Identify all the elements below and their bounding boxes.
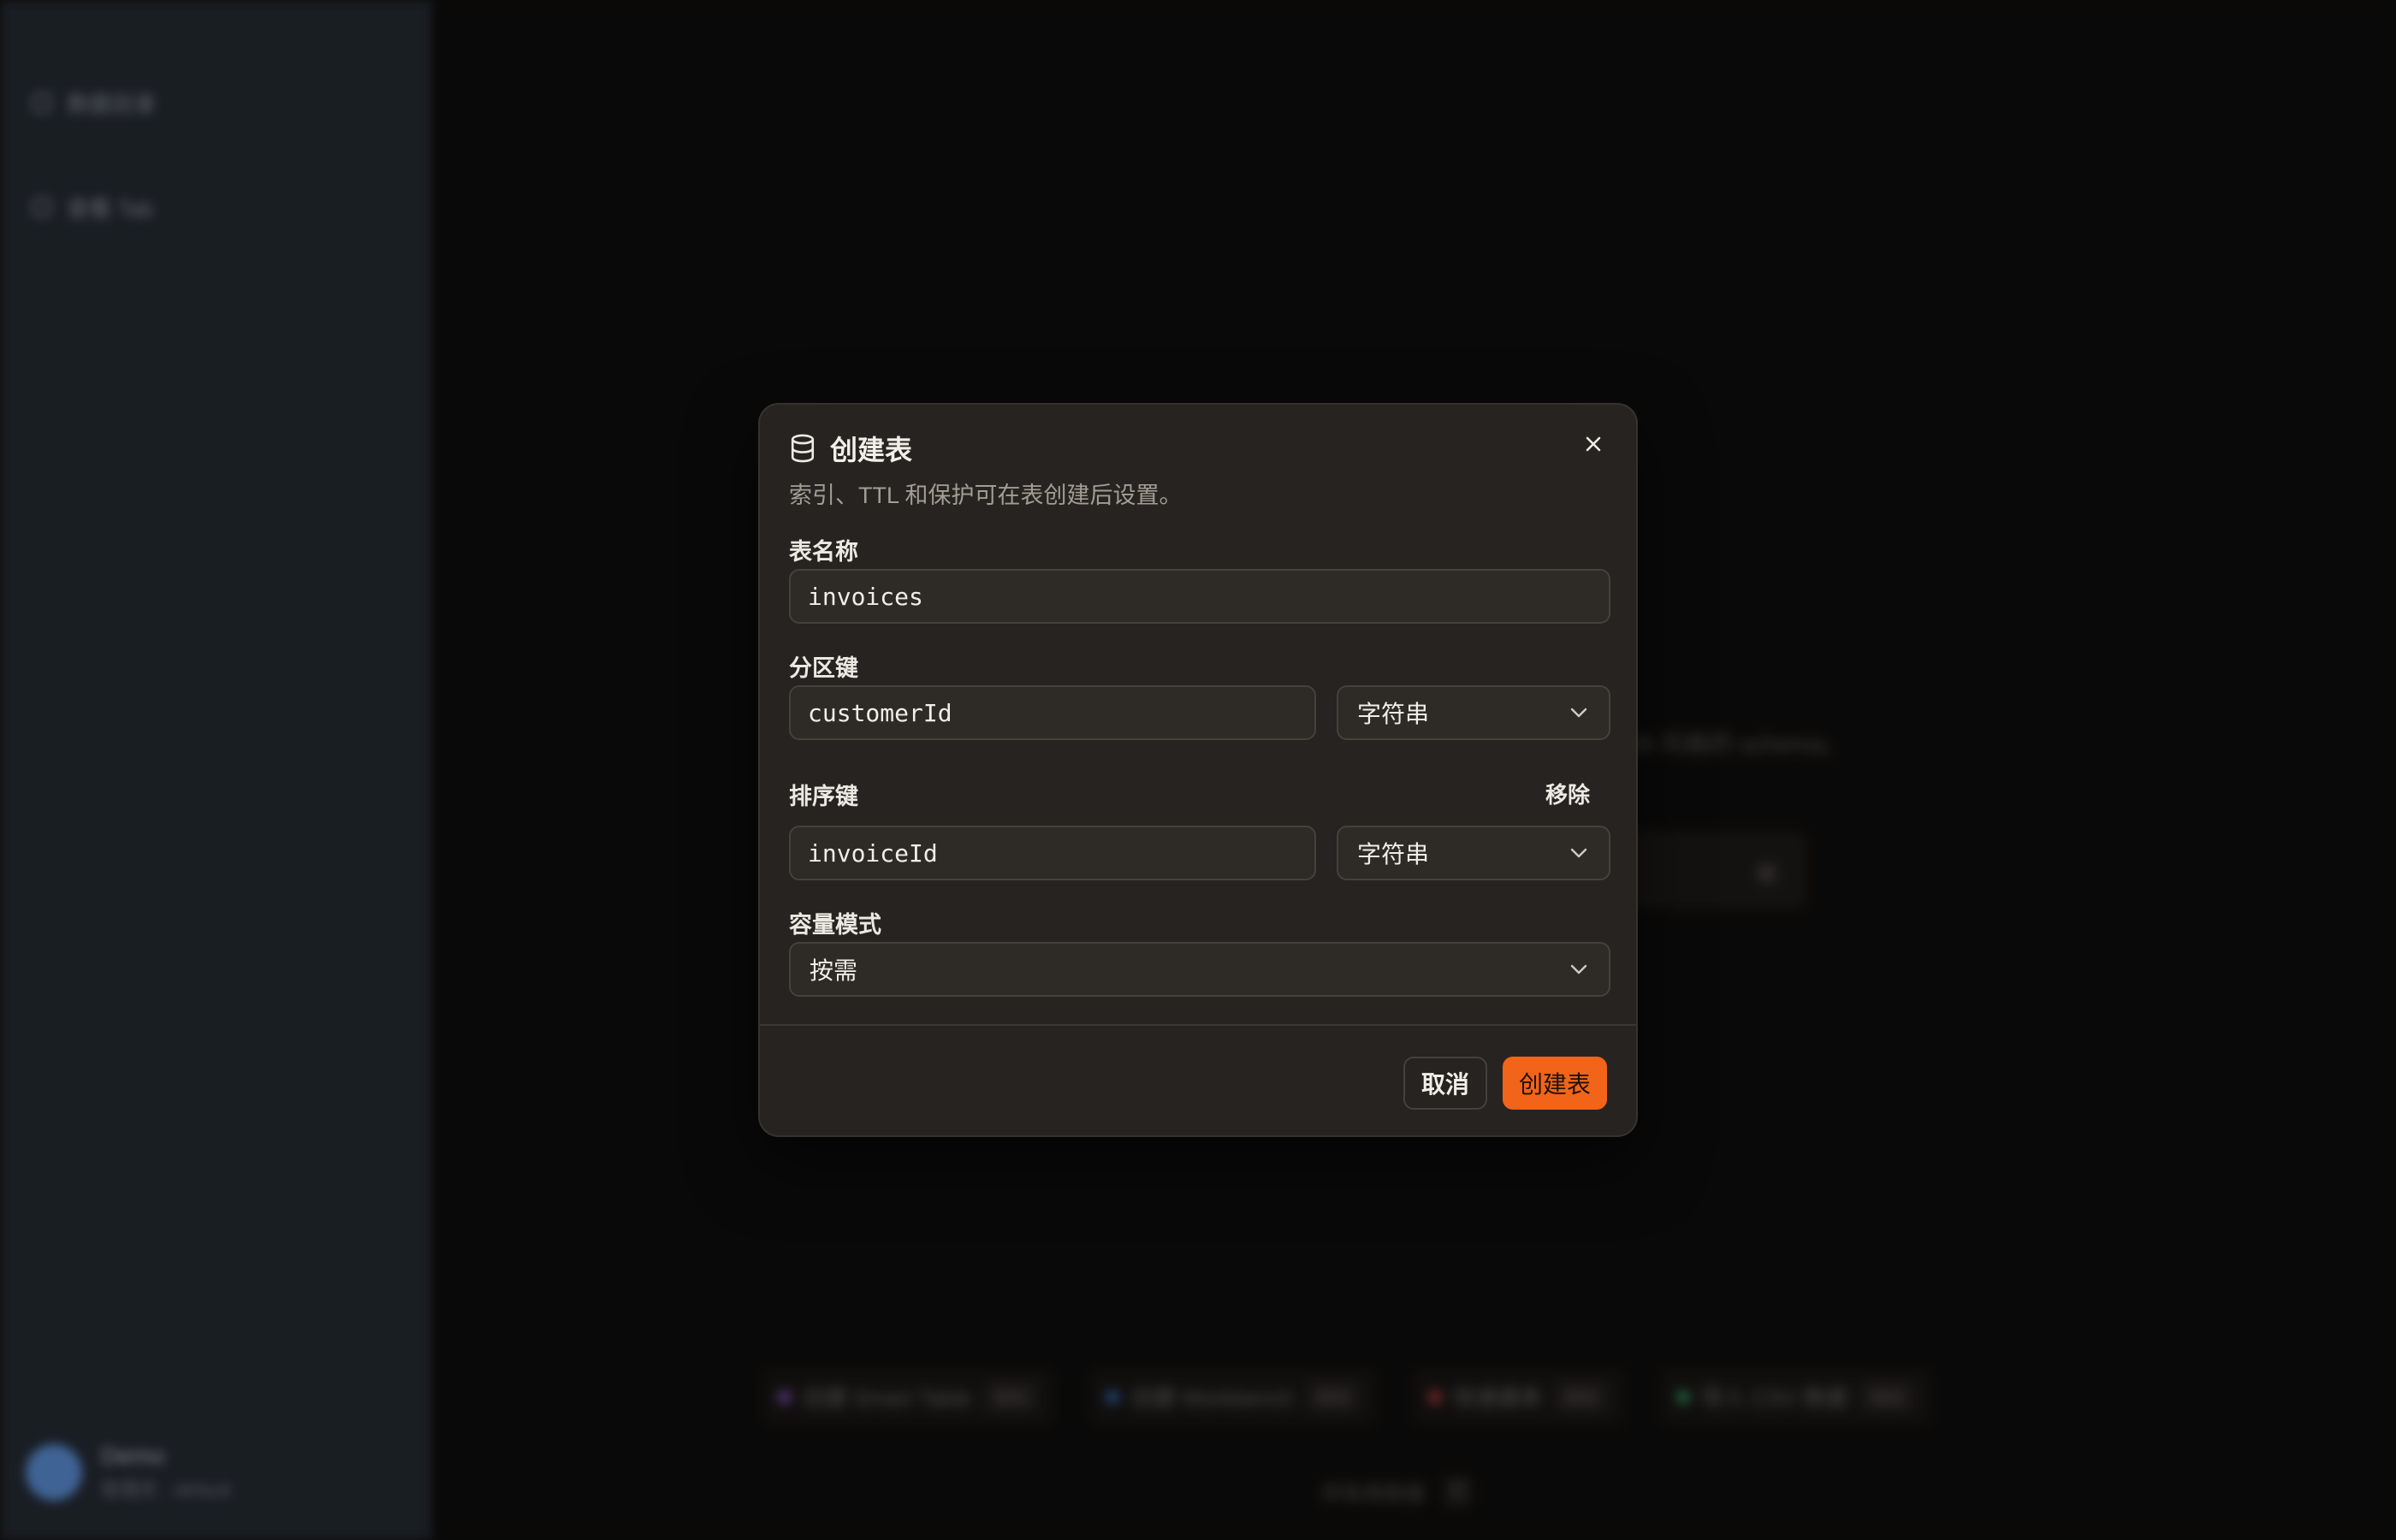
chevron-down-icon <box>1570 708 1587 718</box>
dialog-header: 创建表 <box>789 429 912 468</box>
dialog-subtitle: 索引、TTL 和保护可在表创建后设置。 <box>789 483 1183 508</box>
capacity-mode-label: 容量模式 <box>789 912 881 938</box>
capacity-mode-value: 按需 <box>810 957 858 984</box>
cancel-button[interactable]: 取消 <box>1403 1057 1487 1110</box>
database-icon <box>791 434 815 463</box>
capacity-mode-select[interactable]: 按需 <box>789 942 1610 997</box>
dialog-title: 创建表 <box>830 435 913 465</box>
chevron-down-icon <box>1570 848 1587 858</box>
chevron-down-icon <box>1570 964 1587 974</box>
sort-key-type-value: 字符串 <box>1357 841 1430 868</box>
close-button[interactable] <box>1576 427 1610 461</box>
sort-key-input[interactable]: invoiceId <box>789 826 1316 880</box>
partition-key-type-value: 字符串 <box>1357 701 1430 727</box>
table-name-label: 表名称 <box>789 539 858 565</box>
table-name-input[interactable]: invoices <box>789 569 1610 624</box>
partition-key-value: customerId <box>808 698 952 727</box>
sort-key-type-select[interactable]: 字符串 <box>1337 826 1610 880</box>
sort-key-label: 排序键 <box>789 784 858 809</box>
close-icon <box>1586 436 1601 452</box>
sort-key-value: invoiceId <box>808 838 938 868</box>
remove-sort-key-button[interactable]: 移除 <box>1545 778 1590 809</box>
partition-key-input[interactable]: customerId <box>789 685 1316 740</box>
dialog-footer-divider <box>760 1024 1636 1026</box>
create-table-button[interactable]: 创建表 <box>1503 1057 1607 1110</box>
create-table-dialog: 创建表 索引、TTL 和保护可在表创建后设置。 表名称 invoices 分区键… <box>758 403 1638 1137</box>
partition-key-type-select[interactable]: 字符串 <box>1337 685 1610 740</box>
partition-key-label: 分区键 <box>789 655 858 681</box>
table-name-value: invoices <box>808 582 923 611</box>
